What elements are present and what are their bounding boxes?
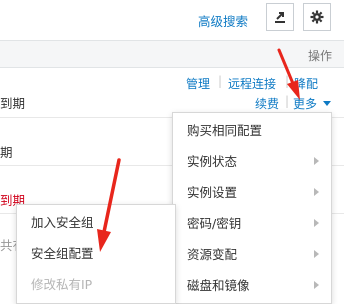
toolbar: 高级搜索 — [0, 0, 344, 40]
menu-item-resource-change[interactable]: 资源变配 — [173, 239, 331, 270]
table-row: 到期 管理 | 远程连接 | 降配 续费 | 更多 — [0, 68, 344, 118]
separator: | — [285, 74, 290, 88]
chevron-down-icon — [323, 101, 331, 106]
menu-item-label: 资源变配 — [187, 247, 238, 262]
menu-item-label: 实例设置 — [187, 185, 238, 200]
menu-item-label: 密码/密钥 — [187, 216, 242, 231]
menu-item-instance-status[interactable]: 实例状态 — [173, 146, 331, 177]
table-header: 操作 — [0, 40, 344, 68]
menu-item-label: 磁盘和镜像 — [187, 278, 250, 293]
more-dropdown[interactable]: 更多 — [293, 95, 317, 112]
renew-link[interactable]: 续费 — [255, 95, 279, 112]
separator: | — [218, 74, 223, 88]
separator: | — [285, 94, 290, 108]
menu-item-join-security-group[interactable]: 加入安全组 — [17, 207, 175, 238]
menu-item-security-group-config[interactable]: 安全组配置 — [17, 238, 175, 269]
operation-column-header: 操作 — [307, 49, 332, 63]
menu-item-buy-same-config[interactable]: 购买相同配置 — [173, 115, 331, 146]
menu-item-instance-settings[interactable]: 实例设置 — [173, 177, 331, 208]
remote-connect-link[interactable]: 远程连接 — [228, 75, 276, 92]
chevron-right-icon — [314, 250, 319, 258]
menu-item-label: 修改私有IP — [31, 277, 93, 292]
more-dropdown-menu: 购买相同配置 实例状态 实例设置 密码/密钥 资源变配 磁盘和镜像 — [172, 112, 332, 304]
menu-item-label: 实例状态 — [187, 154, 238, 169]
menu-item-disk-image[interactable]: 磁盘和镜像 — [173, 270, 331, 301]
chevron-right-icon — [314, 219, 319, 227]
downgrade-link[interactable]: 降配 — [294, 75, 318, 92]
export-icon — [275, 12, 285, 23]
chevron-right-icon — [314, 281, 319, 289]
menu-item-label: 安全组配置 — [31, 246, 94, 261]
menu-item-label: 购买相同配置 — [187, 123, 263, 138]
export-button[interactable] — [266, 3, 294, 31]
menu-item-password-key[interactable]: 密码/密钥 — [173, 208, 331, 239]
row-expire-text: 期 — [0, 145, 13, 160]
menu-item-modify-private-ip: 修改私有IP — [17, 269, 175, 300]
chevron-right-icon — [314, 157, 319, 165]
chevron-right-icon — [314, 188, 319, 196]
gear-icon — [310, 10, 324, 24]
manage-link[interactable]: 管理 — [186, 75, 210, 92]
menu-item-label: 加入安全组 — [31, 215, 94, 230]
settings-button[interactable] — [303, 3, 331, 31]
row-expire-text: 到期 — [0, 96, 26, 111]
advanced-search-link[interactable]: 高级搜索 — [198, 11, 248, 30]
security-group-submenu: 加入安全组 安全组配置 修改私有IP — [16, 204, 176, 304]
